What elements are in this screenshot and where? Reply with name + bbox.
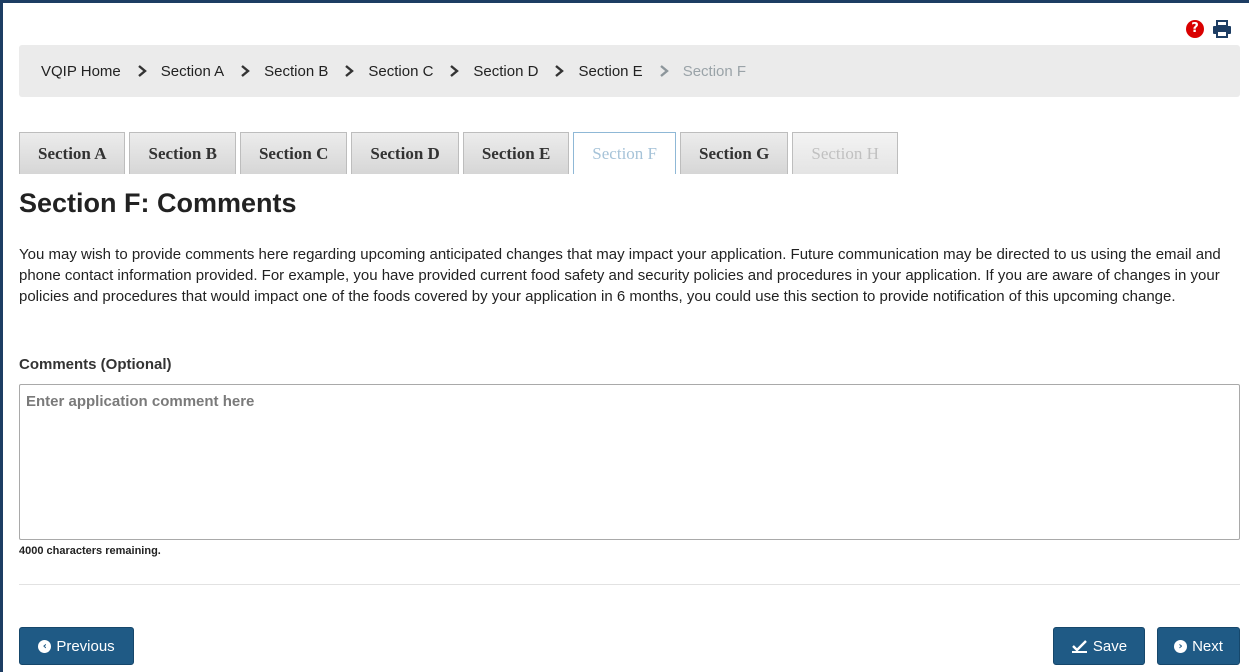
chevron-right-icon: [450, 65, 460, 77]
chevron-circle-left-icon: ‹: [38, 639, 52, 653]
previous-button-label: Previous: [56, 637, 115, 655]
comments-textarea[interactable]: [19, 384, 1240, 540]
section-tabs: Section A Section B Section C Section D Sect…: [19, 132, 898, 174]
breadcrumb: VQIP Home Section A Section B Section C Sect…: [19, 45, 1240, 97]
tab-section-f[interactable]: Section F: [573, 132, 676, 174]
page-frame: [0, 0, 1249, 672]
tab-section-h: Section H: [792, 132, 898, 174]
chevron-circle-right-icon: ›: [1174, 639, 1188, 653]
breadcrumb-item-section-e[interactable]: Section E: [578, 63, 642, 80]
breadcrumb-item-section-c[interactable]: Section C: [368, 63, 433, 80]
chevron-right-icon: [241, 65, 251, 77]
intro-text: You may wish to provide comments here re…: [19, 246, 1221, 305]
top-utility-icons: ?: [1186, 20, 1232, 38]
next-button-label: Next: [1192, 637, 1223, 655]
chevron-right-icon: [137, 65, 147, 77]
breadcrumb-item-section-a[interactable]: Section A: [161, 63, 224, 80]
page-title: Section F: Comments: [19, 188, 297, 218]
tab-section-e[interactable]: Section E: [462, 132, 570, 174]
save-button-label: Save: [1092, 637, 1128, 655]
chevron-right-icon: [555, 65, 565, 77]
tab-section-g[interactable]: Section G: [680, 132, 789, 174]
comments-label: Comments (Optional): [19, 356, 172, 373]
breadcrumb-item-section-b[interactable]: Section B: [264, 63, 328, 80]
next-button[interactable]: › Next: [1157, 627, 1240, 665]
breadcrumb-item-vqip-home[interactable]: VQIP Home: [41, 63, 121, 80]
chevron-right-icon: [659, 65, 669, 77]
tab-section-b[interactable]: Section B: [129, 132, 236, 174]
divider: [19, 584, 1240, 585]
tab-section-d[interactable]: Section D: [351, 132, 459, 174]
breadcrumb-item-section-f: Section F: [682, 62, 747, 80]
question-circle-icon[interactable]: ?: [1186, 20, 1204, 38]
tab-section-c[interactable]: Section C: [239, 132, 348, 174]
print-icon[interactable]: [1212, 20, 1232, 38]
check-square-icon: [1071, 640, 1087, 653]
previous-button[interactable]: ‹ Previous: [19, 627, 134, 665]
save-button[interactable]: Save: [1053, 627, 1145, 665]
chevron-right-icon: [345, 65, 355, 77]
characters-remaining: 4000 characters remaining.: [19, 545, 161, 557]
tab-section-a[interactable]: Section A: [19, 132, 126, 174]
breadcrumb-item-section-d[interactable]: Section D: [473, 63, 538, 80]
